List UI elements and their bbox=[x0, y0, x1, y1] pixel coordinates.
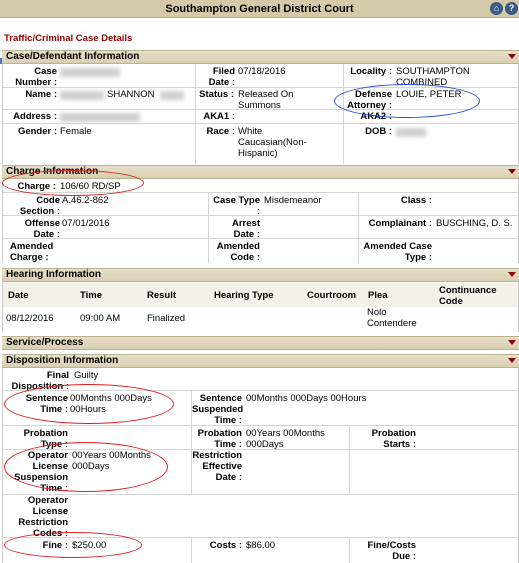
help-icon[interactable]: ? bbox=[505, 2, 518, 15]
home-icon[interactable]: ⌂ bbox=[490, 2, 503, 15]
aka1-label: AKA1 : bbox=[203, 111, 235, 122]
annotation-ellipse-sentence bbox=[4, 384, 174, 424]
name-redacted bbox=[60, 91, 104, 100]
address-label: Address : bbox=[13, 111, 57, 122]
final-disposition-value: Guilty bbox=[74, 370, 99, 381]
restriction-effective-label: Restriction Effective Date : bbox=[192, 450, 242, 483]
section-title: Disposition Information bbox=[6, 355, 119, 366]
section-title: Service/Process bbox=[6, 337, 84, 348]
section-service-process[interactable]: Service/Process bbox=[2, 336, 519, 350]
gender-label: Gender : bbox=[17, 126, 57, 137]
sentence-suspended-value: 00Months 000Days 00Hours bbox=[246, 393, 367, 404]
amended-code-label: Amended Code : bbox=[216, 241, 260, 263]
offense-date-label: Offense Date : bbox=[24, 218, 60, 240]
col-continuance-code: Continuance Code bbox=[439, 285, 497, 307]
col-hearing-type: Hearing Type bbox=[214, 290, 274, 301]
col-date: Date bbox=[8, 290, 29, 301]
code-section-value: A.46.2-862 bbox=[62, 195, 109, 206]
locality-label: Locality : bbox=[350, 66, 392, 77]
fine-costs-due-label: Fine/Costs Due : bbox=[367, 540, 416, 562]
annotation-ellipse-defense bbox=[334, 84, 480, 118]
filed-date-value: 07/18/2016 bbox=[238, 66, 286, 77]
annotation-ellipse-charge bbox=[2, 170, 144, 196]
hearing-date: 08/12/2016 bbox=[6, 313, 54, 324]
hearing-plea: Nolo Contendere bbox=[367, 307, 417, 329]
case-type-value: Misdemeanor bbox=[264, 195, 322, 206]
collapse-triangle-icon[interactable] bbox=[508, 169, 516, 174]
collapse-triangle-icon[interactable] bbox=[508, 358, 516, 363]
amended-charge-label: Amended Charge : bbox=[10, 241, 54, 263]
section-title: Hearing Information bbox=[6, 269, 102, 280]
amended-case-type-label: Amended Case Type : bbox=[363, 241, 432, 263]
window-titlebar: Southampton General District Court ⌂ ? bbox=[0, 0, 519, 18]
name-redacted-2 bbox=[160, 91, 184, 100]
collapse-triangle-icon[interactable] bbox=[508, 54, 516, 59]
probation-starts-label: Probation Starts : bbox=[371, 428, 416, 450]
page-title: Traffic/Criminal Case Details bbox=[4, 33, 133, 44]
annotation-ellipse-operator bbox=[4, 442, 168, 492]
costs-label: Costs : bbox=[209, 540, 242, 551]
status-value: Released On Summons bbox=[238, 89, 294, 111]
complainant-label: Complainant : bbox=[368, 218, 432, 229]
hearing-result: Finalized bbox=[147, 313, 186, 324]
sentence-suspended-label: Sentence Suspended Time : bbox=[192, 393, 244, 426]
hearing-time: 09:00 AM bbox=[80, 313, 121, 324]
collapse-triangle-icon[interactable] bbox=[508, 272, 516, 277]
name-label: Name : bbox=[25, 89, 57, 100]
section-case-defendant[interactable]: Case/Defendant Information bbox=[2, 50, 519, 64]
dob-label: DOB : bbox=[365, 126, 392, 137]
section-disposition[interactable]: Disposition Information bbox=[2, 354, 519, 368]
name-value: SHANNON bbox=[107, 89, 155, 100]
costs-value: $86.00 bbox=[246, 540, 276, 551]
col-plea: Plea bbox=[368, 290, 388, 301]
section-title: Case/Defendant Information bbox=[6, 51, 140, 62]
complainant-value: BUSCHING, D. S. bbox=[436, 218, 513, 229]
status-label: Status : bbox=[199, 89, 234, 100]
probation-time-value: 00Years 00Months 000Days bbox=[246, 428, 325, 450]
window-title: Southampton General District Court bbox=[165, 3, 354, 15]
filed-date-label: Filed Date : bbox=[208, 66, 235, 88]
annotation-ellipse-fine bbox=[4, 532, 142, 558]
case-type-label: Case Type : bbox=[213, 195, 260, 217]
arrest-date-label: Arrest Date : bbox=[232, 218, 260, 240]
race-value: White Caucasian(Non-Hispanic) bbox=[238, 126, 307, 159]
race-label: Race : bbox=[206, 126, 235, 137]
col-time: Time bbox=[80, 290, 103, 301]
section-hearing[interactable]: Hearing Information bbox=[2, 268, 519, 282]
class-label: Class : bbox=[400, 195, 432, 206]
col-courtroom: Courtroom bbox=[307, 290, 357, 301]
code-section-label: Code Section : bbox=[19, 195, 60, 217]
case-number-redacted bbox=[60, 68, 120, 77]
gender-value: Female bbox=[60, 126, 92, 137]
dob-redacted bbox=[396, 128, 426, 137]
case-number-label: Case Number : bbox=[15, 66, 57, 88]
probation-time-label: Probation Time : bbox=[197, 428, 242, 450]
address-redacted bbox=[60, 113, 140, 122]
col-result: Result bbox=[147, 290, 177, 301]
collapse-triangle-icon[interactable] bbox=[508, 340, 516, 345]
offense-date-value: 07/01/2016 bbox=[62, 218, 110, 229]
